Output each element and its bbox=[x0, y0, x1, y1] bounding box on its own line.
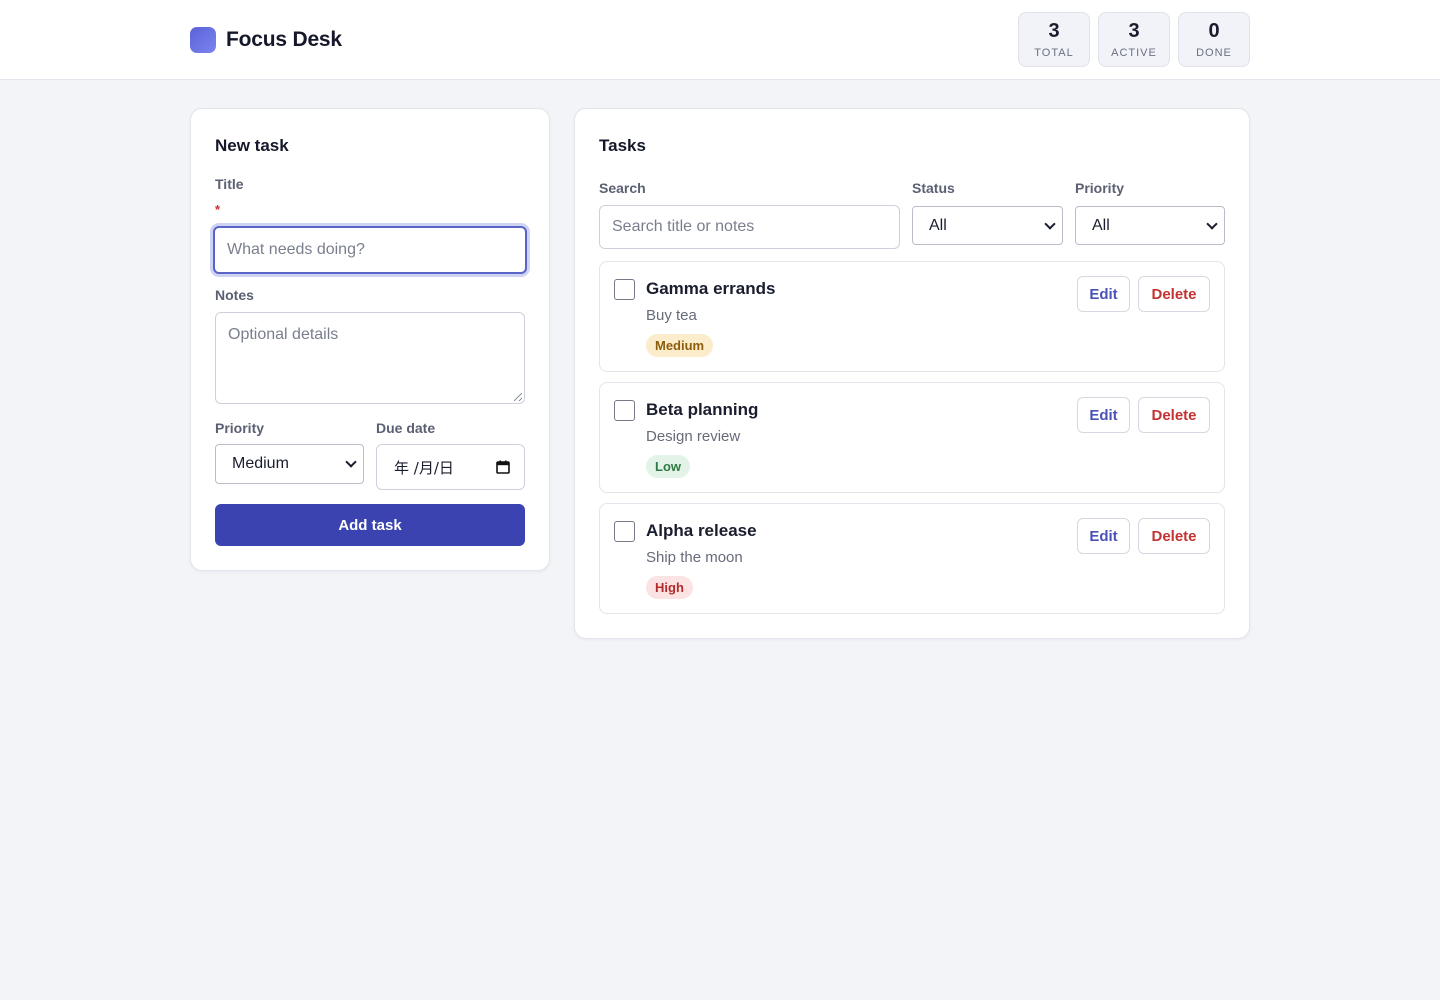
tasks-heading: Tasks bbox=[599, 136, 646, 155]
notes-textarea[interactable] bbox=[215, 312, 525, 404]
delete-task-button[interactable]: Delete bbox=[1138, 397, 1210, 433]
priority-filter-label: Priority bbox=[1075, 180, 1125, 196]
status-filter-value: All bbox=[929, 216, 947, 234]
app-title: Focus Desk bbox=[226, 28, 342, 51]
task-title: Alpha release bbox=[646, 521, 757, 540]
task-notes: Ship the moon bbox=[646, 549, 743, 566]
new-task-heading: New task bbox=[215, 136, 289, 155]
delete-task-button[interactable]: Delete bbox=[1138, 276, 1210, 312]
stat-active: 3 ACTIVE bbox=[1098, 12, 1170, 67]
new-task-card: New task Title * Notes Priority Medium D… bbox=[190, 108, 550, 571]
priority-select-value: Medium bbox=[232, 455, 289, 472]
brand: Focus Desk bbox=[190, 27, 342, 53]
top-bar: Focus Desk 3 TOTAL 3 ACTIVE 0 DONE bbox=[0, 0, 1440, 80]
task-item: Beta planning Design review Low Edit Del… bbox=[599, 382, 1225, 493]
search-label: Search bbox=[599, 180, 646, 196]
stats-group: 3 TOTAL 3 ACTIVE 0 DONE bbox=[1018, 12, 1250, 67]
resize-grip-icon[interactable] bbox=[514, 393, 522, 401]
priority-filter-value: All bbox=[1092, 216, 1110, 234]
notes-wrapper bbox=[215, 312, 525, 404]
tasks-card: Tasks Search Status All Priority All Gam… bbox=[574, 108, 1250, 639]
task-done-checkbox[interactable] bbox=[614, 521, 635, 542]
chevron-down-icon bbox=[345, 456, 357, 468]
stat-done-value: 0 bbox=[1208, 20, 1220, 42]
stat-active-label: ACTIVE bbox=[1111, 47, 1157, 59]
task-notes: Buy tea bbox=[646, 307, 697, 324]
task-notes: Design review bbox=[646, 428, 741, 445]
chevron-down-icon bbox=[1044, 217, 1056, 230]
task-done-checkbox[interactable] bbox=[614, 400, 635, 421]
search-input[interactable] bbox=[599, 205, 900, 249]
edit-task-button[interactable]: Edit bbox=[1077, 276, 1130, 312]
priority-label: Priority bbox=[215, 420, 265, 436]
priority-badge: Medium bbox=[646, 334, 714, 357]
calendar-icon[interactable] bbox=[496, 460, 510, 474]
notes-label: Notes bbox=[215, 287, 254, 303]
due-date-input[interactable]: 年 /月/日 bbox=[376, 444, 525, 490]
edit-task-button[interactable]: Edit bbox=[1077, 518, 1130, 554]
priority-filter-select[interactable]: All bbox=[1075, 206, 1225, 245]
stat-active-value: 3 bbox=[1128, 20, 1140, 42]
title-input[interactable] bbox=[213, 226, 527, 274]
task-item: Alpha release Ship the moon High Edit De… bbox=[599, 503, 1225, 614]
status-filter-select[interactable]: All bbox=[912, 206, 1063, 245]
task-title: Beta planning bbox=[646, 400, 759, 419]
app-logo-icon bbox=[190, 27, 216, 53]
priority-badge: Low bbox=[646, 455, 690, 478]
delete-task-button[interactable]: Delete bbox=[1138, 518, 1210, 554]
stat-done: 0 DONE bbox=[1178, 12, 1250, 67]
task-done-checkbox[interactable] bbox=[614, 279, 635, 300]
task-item: Gamma errands Buy tea Medium Edit Delete bbox=[599, 261, 1225, 372]
chevron-down-icon bbox=[1206, 217, 1218, 230]
stat-total: 3 TOTAL bbox=[1018, 12, 1090, 67]
add-task-button[interactable]: Add task bbox=[215, 504, 525, 546]
required-mark: * bbox=[215, 202, 221, 217]
due-date-label: Due date bbox=[376, 420, 436, 436]
stat-total-label: TOTAL bbox=[1034, 47, 1074, 59]
title-label: Title bbox=[215, 176, 244, 192]
edit-task-button[interactable]: Edit bbox=[1077, 397, 1130, 433]
stat-done-label: DONE bbox=[1196, 47, 1232, 59]
priority-badge: High bbox=[646, 576, 693, 599]
due-date-value: 年 /月/日 bbox=[394, 458, 454, 477]
stat-total-value: 3 bbox=[1048, 20, 1060, 42]
status-filter-label: Status bbox=[912, 180, 955, 196]
priority-select[interactable]: Medium bbox=[215, 444, 364, 484]
task-title: Gamma errands bbox=[646, 279, 776, 298]
